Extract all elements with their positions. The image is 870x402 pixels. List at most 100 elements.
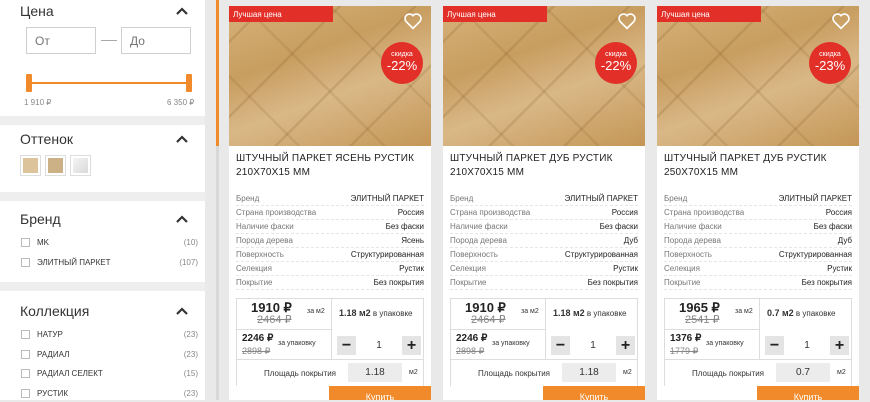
spec-value: Структурированная bbox=[778, 250, 852, 259]
product-title-line: 250Х70Х15 ММ bbox=[664, 167, 739, 178]
coverage-input[interactable]: 1.18 bbox=[348, 363, 402, 382]
price-slider-track[interactable] bbox=[28, 82, 188, 84]
checkbox[interactable] bbox=[21, 389, 30, 398]
divider bbox=[451, 359, 637, 360]
shade-filter-title: Оттенок bbox=[20, 131, 73, 147]
shade-swatch[interactable] bbox=[70, 155, 91, 176]
divider bbox=[331, 299, 332, 359]
scrollbar-thumb[interactable] bbox=[216, 0, 219, 146]
price-max-label: 6 350 ₽ bbox=[167, 98, 195, 107]
increment-button[interactable]: + bbox=[830, 336, 849, 355]
pack-size: 1.18 м2 в упаковке bbox=[553, 308, 627, 318]
pack-qty: 0.7 м2 bbox=[767, 308, 794, 318]
quantity-stepper[interactable]: − 1 + bbox=[337, 336, 421, 355]
checkbox[interactable] bbox=[21, 238, 30, 247]
product-title[interactable]: ШТУЧНЫЙ ПАРКЕТ ДУБ РУСТИК 250Х70Х15 ММ bbox=[664, 152, 854, 180]
quantity-input[interactable]: 1 bbox=[787, 336, 827, 355]
brand-name: ЭЛИТНЫЙ ПАРКЕТ bbox=[37, 258, 111, 267]
spec-row: Наличие фаски Без фаски bbox=[236, 220, 424, 234]
pack-text: в упаковке bbox=[586, 309, 627, 318]
brand-filter-item[interactable]: ЭЛИТНЫЙ ПАРКЕТ (107) bbox=[20, 257, 198, 271]
quantity-stepper[interactable]: − 1 + bbox=[765, 336, 849, 355]
shade-swatch[interactable] bbox=[20, 155, 41, 176]
coverage-unit: м2 bbox=[837, 369, 846, 376]
spec-key: Покрытие bbox=[450, 278, 487, 287]
collection-name: РАДИАЛ СЕЛЕКТ bbox=[37, 369, 103, 378]
product-card[interactable]: Лучшая цена скидка -22% ШТУЧНЫЙ ПАРКЕТ Д… bbox=[443, 6, 645, 400]
per-pack-label: за упаковку bbox=[492, 340, 530, 347]
coverage-unit: м2 bbox=[409, 369, 418, 376]
product-title-line: 210Х70Х15 ММ bbox=[450, 167, 525, 178]
product-title[interactable]: ШТУЧНЫЙ ПАРКЕТ ДУБ РУСТИК 210Х70Х15 ММ bbox=[450, 152, 640, 180]
decrement-button[interactable]: − bbox=[551, 336, 570, 355]
collection-filter-item[interactable]: НАТУР (23) bbox=[20, 329, 198, 343]
decrement-button[interactable]: − bbox=[337, 336, 356, 355]
coverage-input[interactable]: 1.18 bbox=[562, 363, 616, 382]
price-to-input[interactable] bbox=[121, 27, 191, 54]
product-title[interactable]: ШТУЧНЫЙ ПАРКЕТ ЯСЕНЬ РУСТИК 210Х70Х15 ММ bbox=[236, 152, 426, 180]
collection-filter-item[interactable]: РАДИАЛ (23) bbox=[20, 349, 198, 363]
brand-filter-item[interactable]: MK (10) bbox=[20, 237, 198, 251]
heart-icon[interactable] bbox=[403, 12, 423, 30]
pack-qty: 1.18 м2 bbox=[553, 308, 585, 318]
spec-key: Наличие фаски bbox=[236, 222, 294, 231]
coverage-unit: м2 bbox=[623, 369, 632, 376]
spec-row: Покрытие Без покрытия bbox=[450, 276, 638, 290]
buy-button[interactable]: Купить bbox=[329, 386, 431, 400]
increment-button[interactable]: + bbox=[616, 336, 635, 355]
divider bbox=[759, 299, 760, 359]
product-title-line: ШТУЧНЫЙ ПАРКЕТ ЯСЕНЬ РУСТИК bbox=[236, 153, 415, 164]
heart-icon[interactable] bbox=[617, 12, 637, 30]
shade-swatch[interactable] bbox=[45, 155, 66, 176]
brand-count: (107) bbox=[179, 258, 198, 267]
spec-value: Ясень bbox=[401, 236, 424, 245]
spec-row: Бренд ЭЛИТНЫЙ ПАРКЕТ bbox=[664, 192, 852, 206]
price-from-input[interactable] bbox=[26, 27, 96, 54]
decrement-button[interactable]: − bbox=[765, 336, 784, 355]
quantity-input[interactable]: 1 bbox=[573, 336, 613, 355]
collection-count: (23) bbox=[183, 389, 198, 398]
spec-row: Поверхность Структурированная bbox=[236, 248, 424, 262]
per-pack-label: за упаковку bbox=[706, 340, 744, 347]
chevron-up-icon[interactable] bbox=[175, 134, 189, 144]
coverage-label: Площадь покрытия bbox=[692, 369, 764, 378]
spec-key: Страна производства bbox=[450, 208, 531, 217]
increment-button[interactable]: + bbox=[402, 336, 421, 355]
heart-icon[interactable] bbox=[831, 12, 851, 30]
checkbox[interactable] bbox=[21, 330, 30, 339]
per-pack-label: за упаковку bbox=[278, 340, 316, 347]
brand-name: MK bbox=[37, 238, 49, 247]
price-slider-min-handle[interactable] bbox=[26, 74, 32, 92]
spec-key: Поверхность bbox=[664, 250, 712, 259]
old-price-per-m2: 2541 ₽ bbox=[685, 314, 720, 326]
spec-value: Без фаски bbox=[813, 222, 852, 231]
checkbox[interactable] bbox=[21, 369, 30, 378]
chevron-up-icon[interactable] bbox=[175, 6, 189, 16]
collection-count: (23) bbox=[183, 330, 198, 339]
checkbox[interactable] bbox=[21, 350, 30, 359]
buy-button[interactable]: Купить bbox=[757, 386, 859, 400]
product-card[interactable]: Лучшая цена скидка -23% ШТУЧНЫЙ ПАРКЕТ Д… bbox=[657, 6, 859, 400]
section-divider bbox=[0, 282, 205, 291]
price-slider-max-handle[interactable] bbox=[186, 74, 192, 92]
price-per-pack: 2246 ₽ bbox=[242, 333, 274, 344]
chevron-up-icon[interactable] bbox=[175, 214, 189, 224]
discount-label: скидка bbox=[391, 51, 413, 58]
old-price-per-pack: 2898 ₽ bbox=[242, 346, 271, 356]
spec-row: Покрытие Без покрытия bbox=[664, 276, 852, 290]
discount-badge: скидка -22% bbox=[595, 42, 637, 84]
quantity-stepper[interactable]: − 1 + bbox=[551, 336, 635, 355]
collection-filter-item[interactable]: РАДИАЛ СЕЛЕКТ (15) bbox=[20, 368, 198, 382]
spec-row: Наличие фаски Без фаски bbox=[450, 220, 638, 234]
coverage-label: Площадь покрытия bbox=[264, 369, 336, 378]
discount-value: -22% bbox=[386, 58, 418, 73]
best-price-badge: Лучшая цена bbox=[657, 6, 761, 22]
quantity-input[interactable]: 1 bbox=[359, 336, 399, 355]
product-card[interactable]: Лучшая цена скидка -22% ШТУЧНЫЙ ПАРКЕТ Я… bbox=[229, 6, 431, 400]
chevron-up-icon[interactable] bbox=[175, 306, 189, 316]
coverage-input[interactable]: 0.7 bbox=[776, 363, 830, 382]
spec-row: Селекция Рустик bbox=[450, 262, 638, 276]
divider bbox=[665, 359, 851, 360]
checkbox[interactable] bbox=[21, 258, 30, 267]
buy-button[interactable]: Купить bbox=[543, 386, 645, 400]
